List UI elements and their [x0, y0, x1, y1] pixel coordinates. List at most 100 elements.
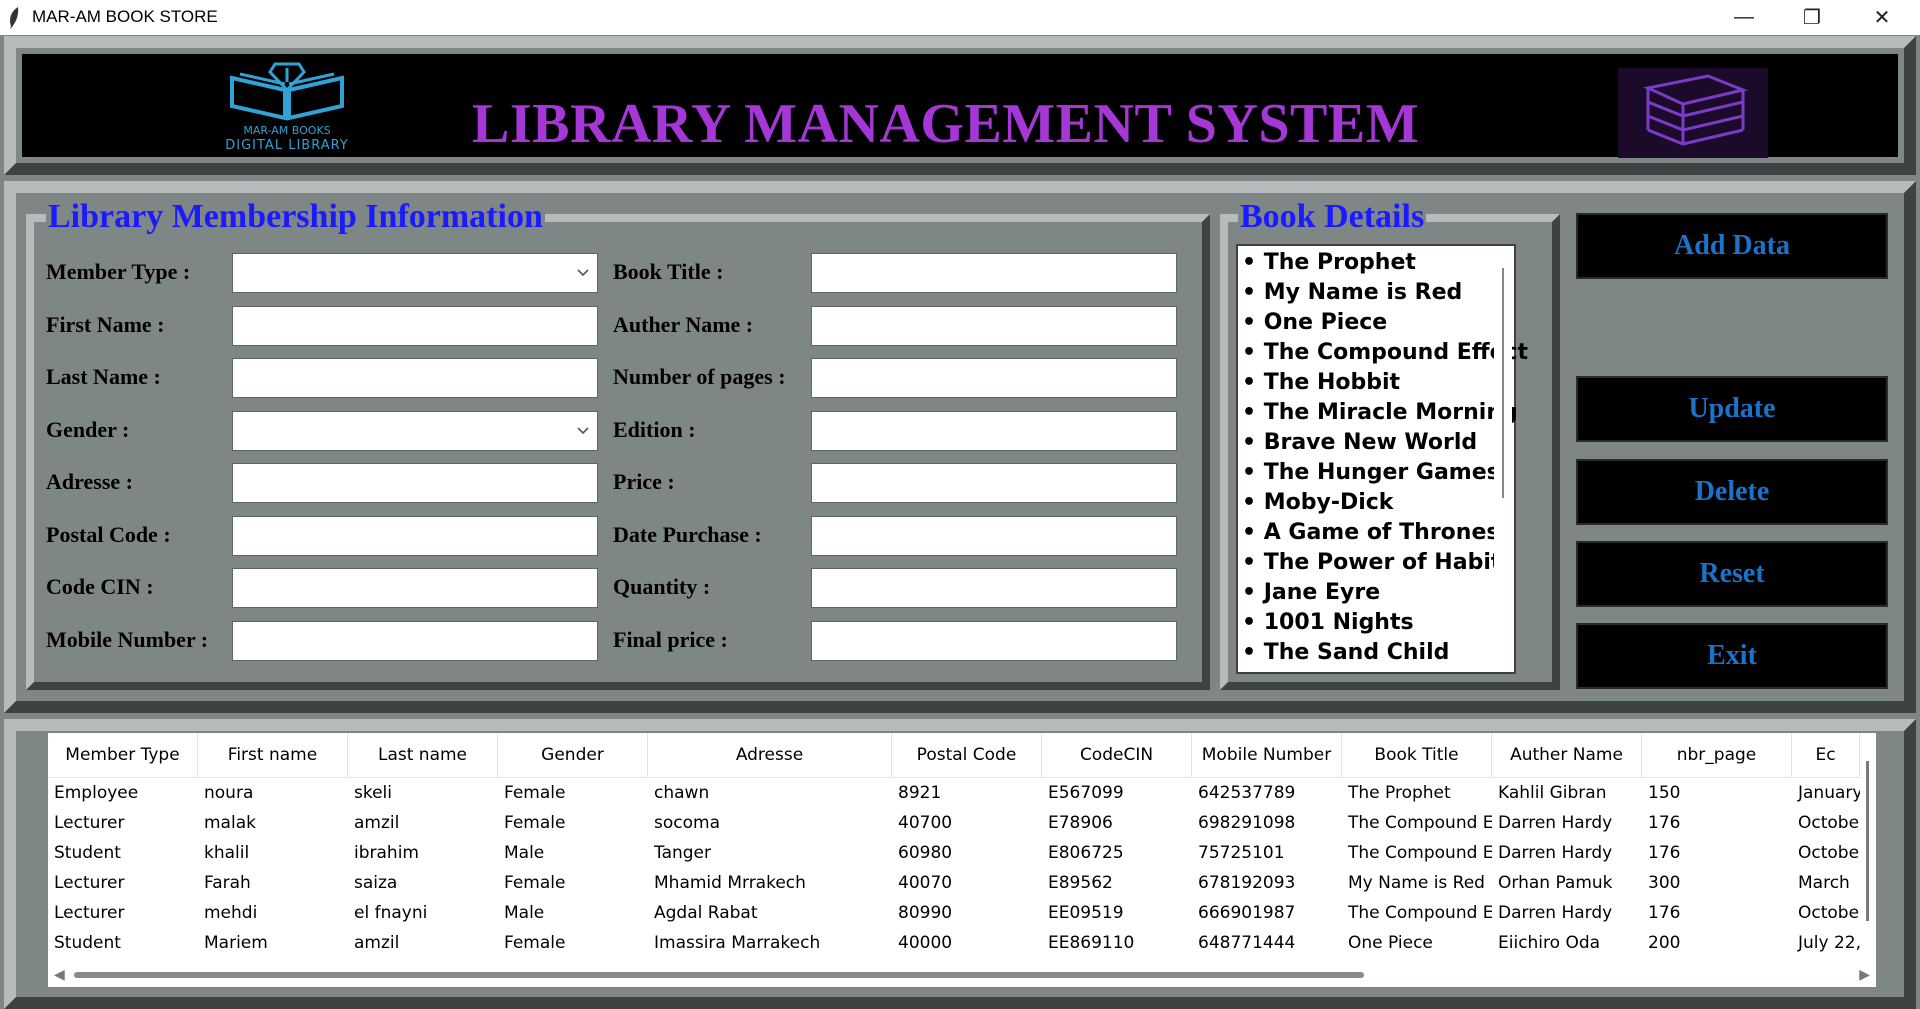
- book-input[interactable]: [811, 306, 1177, 346]
- column-header[interactable]: Member Type: [48, 733, 198, 777]
- book-input[interactable]: [811, 516, 1177, 556]
- book-list-item[interactable]: • The Power of Habit: [1242, 548, 1514, 578]
- book-field-label: Number of pages :: [613, 364, 786, 389]
- table-cell: 176: [1648, 903, 1681, 923]
- book-field-label: Quantity :: [613, 574, 711, 599]
- table-cell: Female: [504, 873, 566, 893]
- table-vertical-scrollbar[interactable]: [1860, 733, 1876, 963]
- table-cell: Male: [504, 843, 545, 863]
- table-hscroll-thumb[interactable]: [74, 972, 1364, 978]
- book-field-label: Edition :: [613, 417, 696, 442]
- scroll-left-arrow-icon[interactable]: ◀: [54, 967, 65, 984]
- table-cell: Octobe: [1798, 843, 1860, 863]
- table-row[interactable]: Employee noura skeli Female chawn 8921 E567099…: [48, 778, 1860, 808]
- book-input[interactable]: [811, 621, 1177, 661]
- table-cell: khalil: [204, 843, 250, 863]
- table-cell: My Name is Red: [1348, 873, 1485, 893]
- table-cell: July 22,: [1798, 933, 1860, 953]
- book-input[interactable]: [811, 253, 1177, 293]
- member-input[interactable]: [232, 306, 598, 346]
- book-input[interactable]: [811, 411, 1177, 451]
- table-cell: Female: [504, 933, 566, 953]
- listbox-scrollbar[interactable]: [1494, 250, 1512, 668]
- column-header[interactable]: Last name: [348, 733, 498, 777]
- book-list-item[interactable]: • The Prophet: [1242, 248, 1514, 278]
- book-input[interactable]: [811, 568, 1177, 608]
- logo-line2: DIGITAL LIBRARY: [225, 138, 349, 153]
- close-button[interactable]: ✕: [1848, 0, 1916, 35]
- table-cell: Male: [504, 903, 545, 923]
- maximize-button[interactable]: ❐: [1778, 0, 1846, 35]
- table-cell: Student: [54, 843, 121, 863]
- member-input[interactable]: [232, 516, 598, 556]
- table-cell: Female: [504, 813, 566, 833]
- table-row[interactable]: Lecturer malak amzil Female socoma 40700 E7890…: [48, 808, 1860, 838]
- members-table[interactable]: Member Type First name Last name Gender Adre…: [48, 733, 1860, 963]
- table-vscroll-thumb[interactable]: [1866, 761, 1869, 921]
- column-header[interactable]: Auther Name: [1492, 733, 1642, 777]
- member-field-label: Adresse :: [46, 469, 133, 494]
- member-input[interactable]: [232, 358, 598, 398]
- book-list-item[interactable]: • A Game of Thrones: [1242, 518, 1514, 548]
- book-list-item[interactable]: • The Compound Effect: [1242, 338, 1528, 368]
- column-header[interactable]: CodeCIN: [1042, 733, 1192, 777]
- table-row[interactable]: Student Mariem amzil Female Imassira Marrake…: [48, 928, 1860, 958]
- column-header[interactable]: Mobile Number: [1192, 733, 1342, 777]
- table-cell: Orhan Pamuk: [1498, 873, 1613, 893]
- table-cell: Employee: [54, 783, 139, 803]
- book-field-label: Auther Name :: [613, 312, 754, 337]
- book-list-item[interactable]: • Brave New World: [1242, 428, 1514, 458]
- minimize-button[interactable]: —: [1710, 0, 1778, 35]
- member-field-label: Member Type :: [46, 259, 191, 284]
- scroll-right-arrow-icon[interactable]: ▶: [1859, 967, 1870, 984]
- delete-button[interactable]: Delete: [1576, 459, 1888, 525]
- book-list-item[interactable]: • Moby-Dick: [1242, 488, 1514, 518]
- table-row[interactable]: Lecturer Farah saiza Female Mhamid Mrrakech 4…: [48, 868, 1860, 898]
- exit-button[interactable]: Exit: [1576, 623, 1888, 689]
- table-cell: 40700: [898, 813, 953, 833]
- book-list-item[interactable]: • My Name is Red: [1242, 278, 1514, 308]
- table-cell: 642537789: [1198, 783, 1296, 803]
- chevron-down-icon[interactable]: [576, 424, 590, 438]
- add-data-button[interactable]: Add Data: [1576, 213, 1888, 279]
- table-row[interactable]: Student khalil ibrahim Male Tanger 60980 E8067…: [48, 838, 1860, 868]
- column-header[interactable]: First name: [198, 733, 348, 777]
- book-input[interactable]: [811, 463, 1177, 503]
- column-header[interactable]: nbr_page: [1642, 733, 1792, 777]
- book-list-item[interactable]: • 1001 Nights: [1242, 608, 1514, 638]
- book-listbox[interactable]: • The Prophet • My Name is Red • One Piece…: [1236, 244, 1528, 674]
- member-combobox[interactable]: [232, 253, 598, 293]
- column-header[interactable]: Book Title: [1342, 733, 1492, 777]
- book-list-item[interactable]: • One Piece: [1242, 308, 1514, 338]
- column-header[interactable]: Postal Code: [892, 733, 1042, 777]
- table-cell: The Compound E: [1348, 813, 1492, 833]
- table-cell: Darren Hardy: [1498, 903, 1613, 923]
- window-titlebar: MAR-AM BOOK STORE — ❐ ✕: [0, 0, 1920, 35]
- book-input[interactable]: [811, 358, 1177, 398]
- table-cell: malak: [204, 813, 256, 833]
- column-header[interactable]: Gender: [498, 733, 648, 777]
- book-list-item[interactable]: • The Hobbit: [1242, 368, 1514, 398]
- table-cell: skeli: [354, 783, 393, 803]
- table-cell: Mhamid Mrrakech: [654, 873, 806, 893]
- reset-button[interactable]: Reset: [1576, 541, 1888, 607]
- book-details-title: Book Details: [1238, 198, 1427, 236]
- member-combobox[interactable]: [232, 411, 598, 451]
- update-button[interactable]: Update: [1576, 376, 1888, 442]
- book-list-item[interactable]: • Jane Eyre: [1242, 578, 1514, 608]
- book-list-item[interactable]: • The Sand Child: [1242, 638, 1514, 668]
- member-input[interactable]: [232, 621, 598, 661]
- table-cell: Lecturer: [54, 813, 125, 833]
- table-row[interactable]: Lecturer mehdi el fnayni Male Agdal Rabat 809…: [48, 898, 1860, 928]
- table-horizontal-scrollbar[interactable]: ◀ ▶: [48, 963, 1876, 987]
- table-cell: E806725: [1048, 843, 1124, 863]
- table-cell: Octobe: [1798, 813, 1860, 833]
- member-input[interactable]: [232, 463, 598, 503]
- chevron-down-icon[interactable]: [576, 266, 590, 280]
- column-header[interactable]: Ec: [1792, 733, 1860, 777]
- member-input[interactable]: [232, 568, 598, 608]
- book-list-item[interactable]: • The Miracle Morning: [1242, 398, 1518, 428]
- book-list-item[interactable]: • The Hunger Games: [1242, 458, 1514, 488]
- column-header[interactable]: Adresse: [648, 733, 892, 777]
- listbox-scroll-thumb[interactable]: [1502, 268, 1504, 498]
